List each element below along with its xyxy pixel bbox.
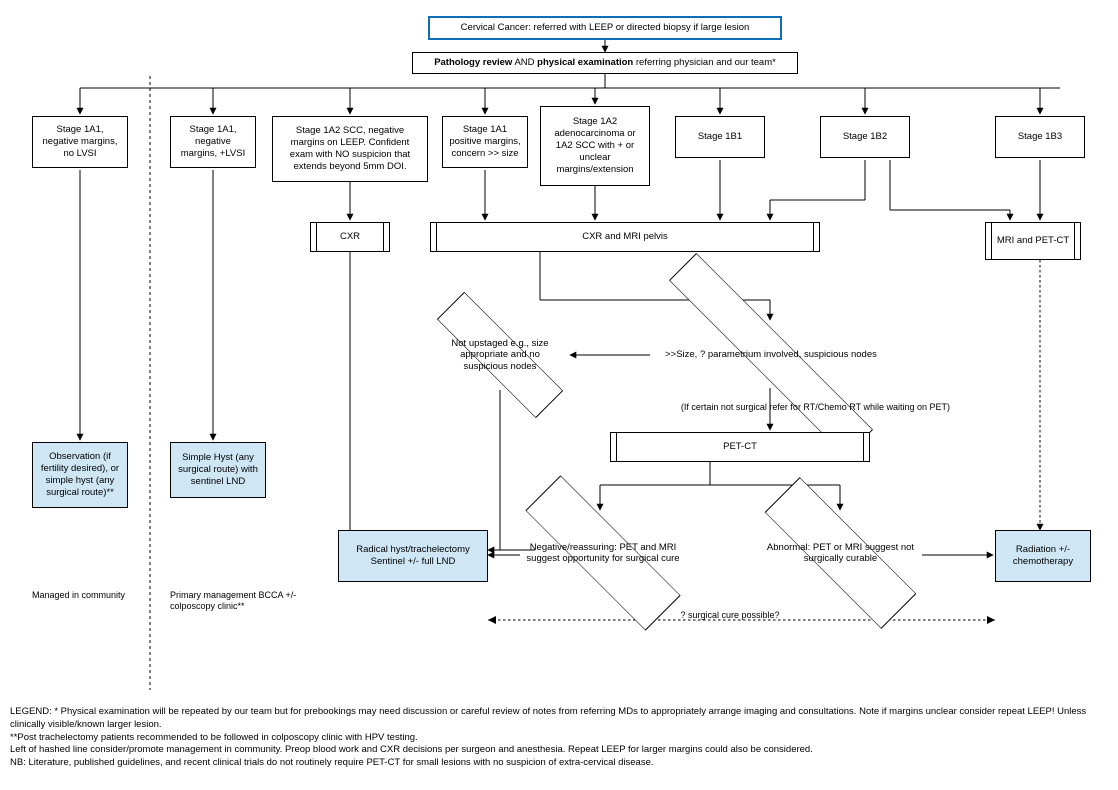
imaging-cxr: CXR xyxy=(310,222,390,252)
outcome-simple-hyst: Simple Hyst (any surgical route) with se… xyxy=(170,442,266,498)
decision-negative: Negative/reassuring: PET and MRI suggest… xyxy=(518,508,688,598)
legend-line-1: LEGEND: * Physical examination will be r… xyxy=(10,706,1108,732)
stage-1a1-neg-nolvsi: Stage 1A1, negative margins, no LVSI xyxy=(32,116,128,168)
surgical-cure-label: ? surgical cure possible? xyxy=(630,610,830,621)
legend-line-3: Left of hashed line consider/promote man… xyxy=(10,744,1108,757)
managed-bcca: Primary management BCCA +/- colposcopy c… xyxy=(170,590,320,612)
stage-1b1: Stage 1B1 xyxy=(675,116,765,158)
decision-size-parametrium: >>Size, ? parametrium involved, suspicio… xyxy=(646,320,896,390)
stage-1a1-neg-lvsi: Stage 1A1, negative margins, +LVSI xyxy=(170,116,256,168)
stage-1a1-pos: Stage 1A1 positive margins, concern >> s… xyxy=(442,116,528,168)
imaging-cxr-mri: CXR and MRI pelvis xyxy=(430,222,820,252)
title-box: Cervical Cancer: referred with LEEP or d… xyxy=(428,16,782,40)
imaging-petct: PET-CT xyxy=(610,432,870,462)
outcome-radiation: Radiation +/- chemotherapy xyxy=(995,530,1091,582)
stage-1a2-adeno: Stage 1A2 adenocarcinoma or 1A2 SCC with… xyxy=(540,106,650,186)
stage-1b2: Stage 1B2 xyxy=(820,116,910,158)
decision-not-upstaged: Not upstaged e.g., size appropriate and … xyxy=(430,320,570,390)
decision-abnormal: Abnormal: PET or MRI suggest not surgica… xyxy=(758,508,923,598)
stage-1a2-scc: Stage 1A2 SCC, negative margins on LEEP.… xyxy=(272,116,428,182)
flowchart-canvas: Cervical Cancer: referred with LEEP or d… xyxy=(10,10,1108,700)
stage-1b3: Stage 1B3 xyxy=(995,116,1085,158)
title-text: Cervical Cancer: referred with LEEP or d… xyxy=(461,22,750,34)
managed-community: Managed in community xyxy=(32,590,128,601)
outcome-observation: Observation (if fertility desired), or s… xyxy=(32,442,128,508)
review-text: Pathology review AND physical examinatio… xyxy=(434,57,776,69)
outcome-radical: Radical hyst/trachelectomy Sentinel +/- … xyxy=(338,530,488,582)
legend-line-2: **Post trachelectomy patients recommende… xyxy=(10,732,1108,745)
review-box: Pathology review AND physical examinatio… xyxy=(412,52,798,74)
imaging-mri-petct: MRI and PET-CT xyxy=(985,222,1081,260)
rt-note: (If certain not surgical refer for RT/Ch… xyxy=(630,402,950,413)
legend-line-4: NB: Literature, published guidelines, an… xyxy=(10,757,1108,770)
legend: LEGEND: * Physical examination will be r… xyxy=(10,706,1108,770)
